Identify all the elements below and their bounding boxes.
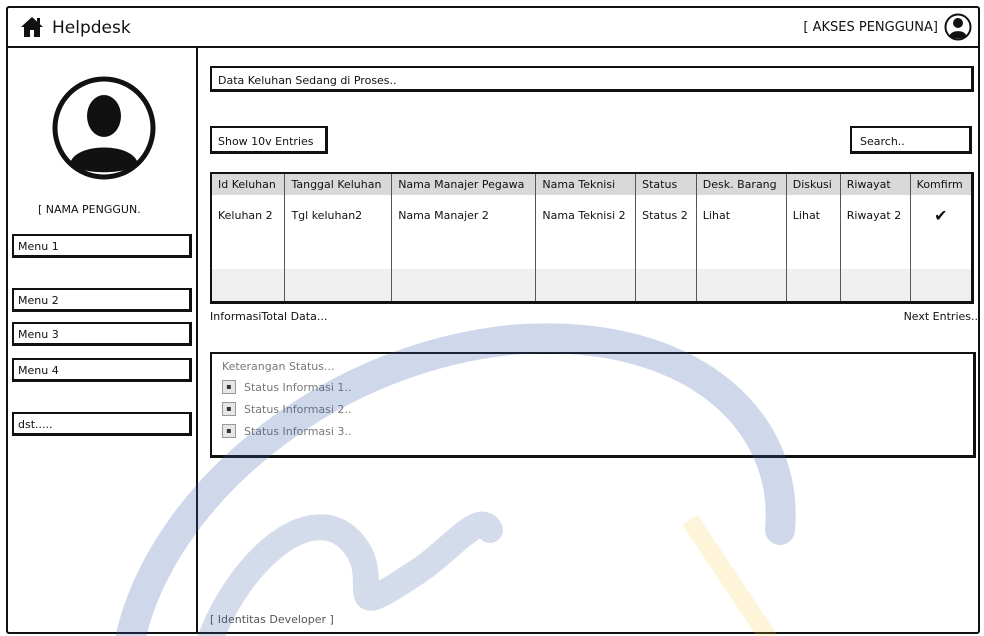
view-discussion-link[interactable]: Lihat: [786, 195, 841, 236]
page-title: Data Keluhan Sedang di Proses..: [210, 66, 974, 92]
status-legend-label: Status Informasi 3..: [244, 424, 352, 438]
column-header[interactable]: Tanggal Keluhan: [284, 173, 393, 195]
status-box-icon: ▪: [222, 402, 236, 416]
column-header[interactable]: Diskusi: [786, 173, 841, 195]
status-box-icon: ▪: [222, 424, 236, 438]
table-cell: Nama Manajer 2: [391, 195, 537, 236]
table-cell: Nama Teknisi 2: [535, 195, 637, 236]
status-legend-label: Status Informasi 2..: [244, 402, 352, 416]
show-entries-select[interactable]: Show 10v Entries: [210, 126, 328, 154]
column-header[interactable]: Desk. Barang: [696, 173, 787, 195]
status-legend-heading: Keterangan Status...: [222, 360, 335, 373]
status-legend-item: ▪ Status Informasi 1..: [222, 380, 351, 394]
sidebar-item-more[interactable]: dst.....: [12, 412, 192, 436]
status-legend-item: ▪ Status Informasi 3..: [222, 424, 351, 438]
status-legend-item: ▪ Status Informasi 2..: [222, 402, 351, 416]
app-title: Helpdesk: [52, 18, 131, 38]
next-entries-link[interactable]: Next Entries..: [904, 310, 978, 323]
column-header[interactable]: Nama Manajer Pegawa: [391, 173, 537, 195]
search-input[interactable]: Search..: [850, 126, 972, 154]
table-row: Keluhan 2 Tgl keluhan2 Nama Manajer 2 Na…: [211, 195, 973, 236]
table-cell: Status 2: [635, 195, 697, 236]
sidebar-item-menu-4[interactable]: Menu 4: [12, 358, 192, 382]
total-data-info: InformasiTotal Data...: [210, 310, 328, 323]
column-header[interactable]: Status: [635, 173, 697, 195]
column-header[interactable]: Komfirm: [910, 173, 973, 195]
history-link[interactable]: Riwayat 2: [840, 195, 911, 236]
status-legend-panel: Keterangan Status... ▪ Status Informasi …: [210, 352, 976, 458]
table-cell: Keluhan 2: [211, 195, 286, 236]
user-access-link[interactable]: [ AKSES PENGGUNA]: [803, 20, 938, 35]
view-description-link[interactable]: Lihat: [696, 195, 787, 236]
table-header-row: Id Keluhan Tanggal Keluhan Nama Manajer …: [211, 173, 973, 195]
user-name: [ NAMA PENGGUN.: [38, 203, 141, 216]
status-legend-label: Status Informasi 1..: [244, 380, 352, 394]
top-bar: Helpdesk [ AKSES PENGGUNA]: [8, 8, 978, 48]
status-box-icon: ▪: [222, 380, 236, 394]
sidebar-item-menu-2[interactable]: Menu 2: [12, 288, 192, 312]
developer-identity: [ Identitas Developer ]: [210, 613, 334, 626]
column-header[interactable]: Id Keluhan: [211, 173, 286, 195]
app-window: Helpdesk [ AKSES PENGGUNA] [ NAMA PENGGU…: [6, 6, 980, 634]
home-icon[interactable]: [20, 16, 44, 38]
sidebar-item-menu-3[interactable]: Menu 3: [12, 322, 192, 346]
complaints-table: Id Keluhan Tanggal Keluhan Nama Manajer …: [210, 172, 974, 304]
table-cell: Tgl keluhan2: [284, 195, 393, 236]
table-row: [211, 235, 973, 270]
confirm-check-icon[interactable]: ✔: [910, 195, 972, 236]
sidebar-item-menu-1[interactable]: Menu 1: [12, 234, 192, 258]
column-header[interactable]: Nama Teknisi: [535, 173, 637, 195]
user-icon[interactable]: [944, 13, 972, 41]
sidebar: [ NAMA PENGGUN. Menu 1 Menu 2 Menu 3 Men…: [8, 48, 198, 632]
table-row: [211, 269, 973, 303]
main-content: Data Keluhan Sedang di Proses.. Show 10v…: [200, 48, 978, 632]
column-header[interactable]: Riwayat: [840, 173, 911, 195]
avatar: [52, 76, 156, 180]
